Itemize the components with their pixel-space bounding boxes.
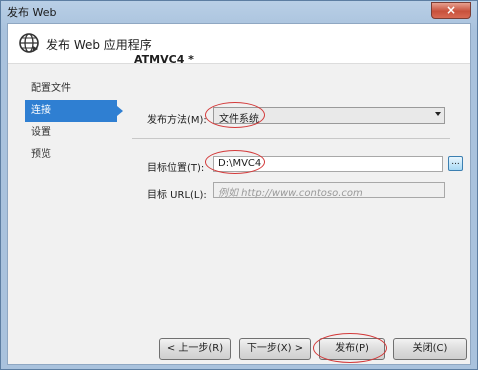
nav-item-preview[interactable]: 预览 [25,144,117,166]
browse-button[interactable]: ... [448,156,463,171]
dialog-header: 发布 Web 应用程序 [8,24,470,64]
chevron-down-icon [435,112,441,116]
nav-item-profile[interactable]: 配置文件 [25,78,117,100]
prev-button[interactable]: < 上一步(R) [159,338,231,360]
window-title: 发布 Web [7,6,57,19]
nav-item-connection[interactable]: 连接 [25,100,123,122]
target-url-placeholder: 例如 http://www.contoso.com [218,188,363,199]
wizard-nav: 配置文件 连接 设置 预览 [25,78,123,166]
target-url-label: 目标 URL(L): [147,190,207,201]
publish-method-dropdown[interactable]: 文件系统 [213,107,445,125]
publish-button[interactable]: 发布(P) [319,338,385,360]
nav-item-settings[interactable]: 设置 [25,122,117,144]
publish-method-label: 发布方法(M): [147,115,207,126]
title-bar[interactable]: 发布 Web × [1,1,477,21]
next-button[interactable]: 下一步(X) > [239,338,311,360]
window-close-button[interactable]: × [431,2,471,19]
target-location-input[interactable]: D:\MVC4 [213,156,443,172]
publish-web-window: 发布 Web × 发布 Web 应用程序 配置文件 连接 设置 预览 ATMVC… [0,0,478,370]
dialog-title: 发布 Web 应用程序 [46,38,152,52]
publish-method-value: 文件系统 [219,114,259,125]
target-location-label: 目标位置(T): [147,163,205,174]
globe-icon [19,33,39,53]
target-location-value: D:\MVC4 [218,158,262,169]
close-button[interactable]: 关闭(C) [393,338,467,360]
target-url-input[interactable]: 例如 http://www.contoso.com [213,182,445,199]
section-divider [132,138,450,139]
profile-name: ATMVC4 * [134,53,194,66]
